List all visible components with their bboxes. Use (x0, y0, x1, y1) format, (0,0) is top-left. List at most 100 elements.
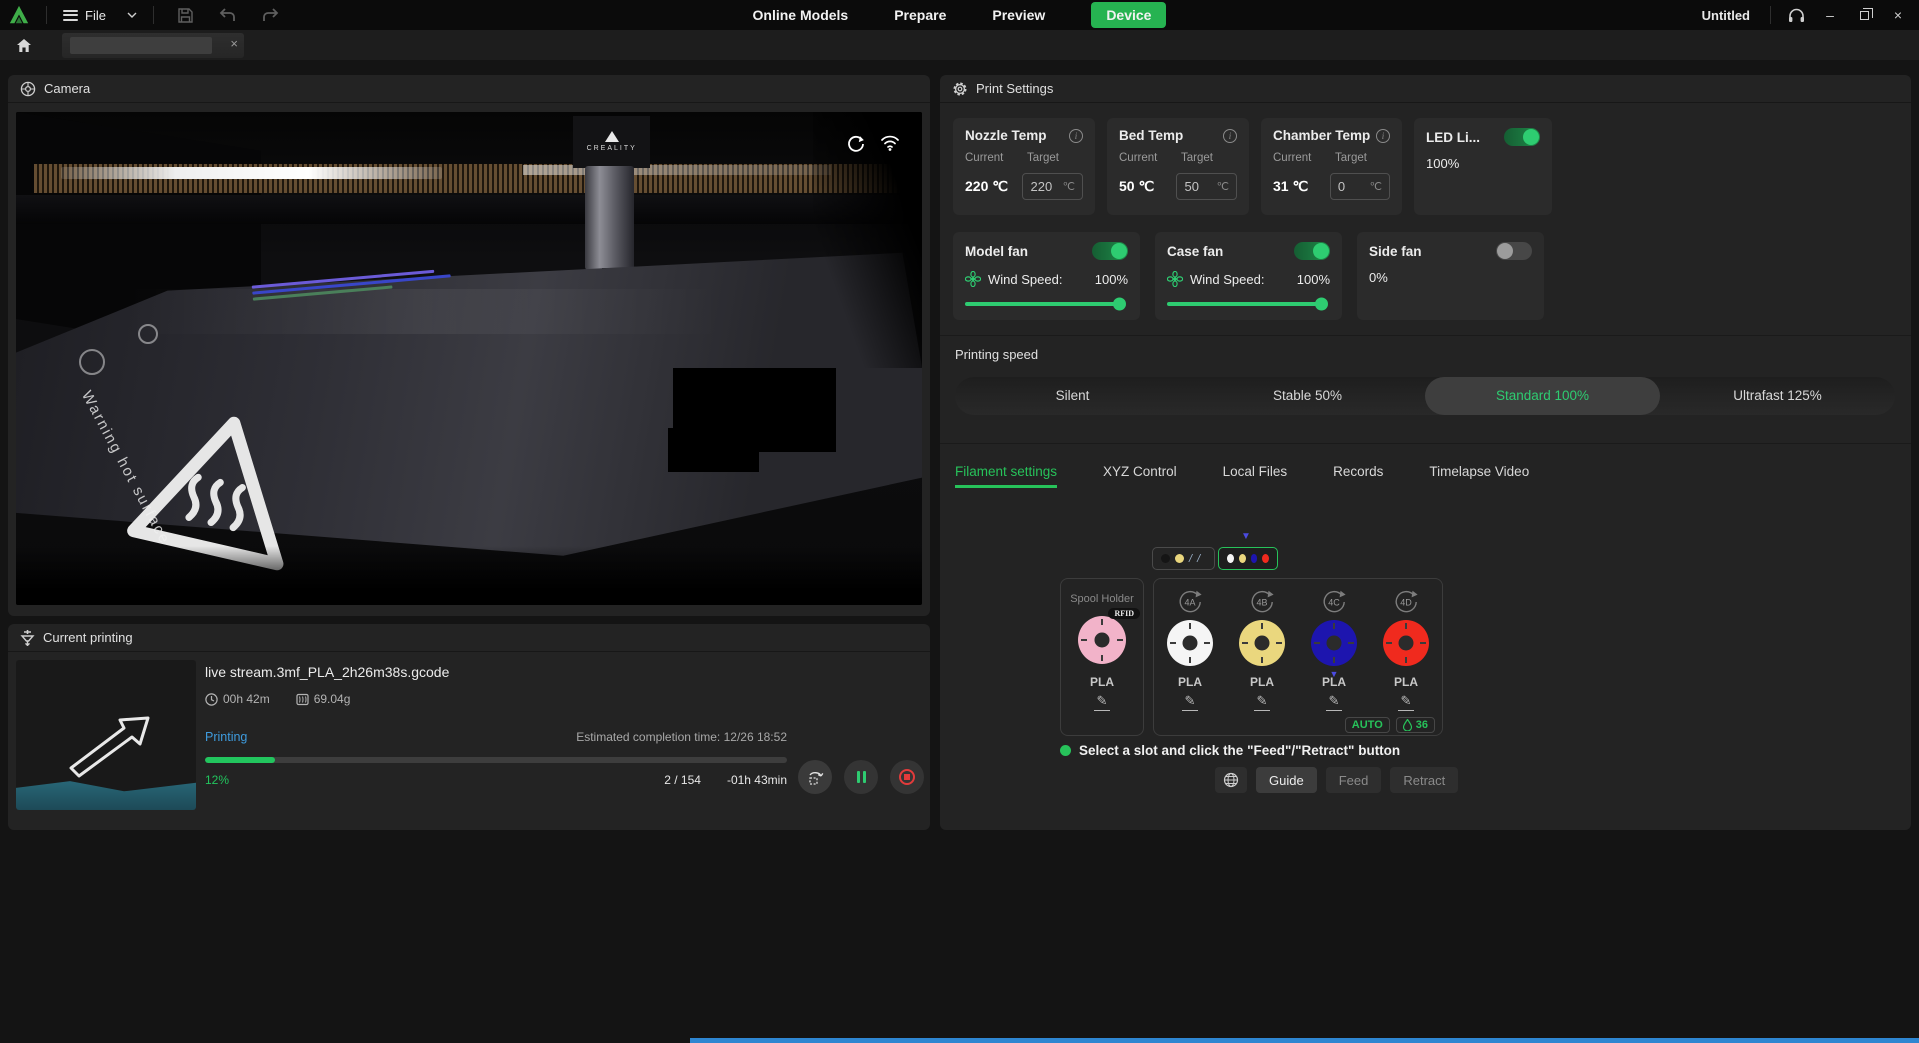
nav-prepare[interactable]: Prepare (894, 7, 946, 23)
main-nav: Online Models Prepare Preview Device (0, 0, 1919, 30)
close-button[interactable]: × (1883, 0, 1913, 30)
model-fan-slider[interactable] (965, 302, 1124, 306)
case-fan-slider[interactable] (1167, 302, 1326, 306)
speed-option-standard[interactable]: Standard 100% (1425, 377, 1660, 415)
filament-dot (1251, 554, 1258, 563)
gear-icon (952, 81, 968, 97)
info-icon[interactable]: i (1069, 129, 1083, 143)
spool-4b[interactable] (1239, 620, 1285, 666)
slot-ring-icon: 4B (1249, 589, 1275, 615)
bed-temp-card: Bed Temp i Current Target 50 ℃ ℃ (1107, 118, 1249, 215)
tab-records[interactable]: Records (1333, 464, 1383, 488)
unit-label: ℃ (1217, 180, 1229, 193)
retract-button[interactable]: Retract (1390, 767, 1458, 793)
print-settings-title: Print Settings (976, 81, 1053, 96)
model-fan-toggle[interactable] (1092, 242, 1128, 260)
filament-slot-4c[interactable]: 4C ▼ PLA ✎ (1298, 589, 1370, 711)
printing-speed-segment: Silent Stable 50% Standard 100% Ultrafas… (955, 377, 1895, 415)
filament-weight-icon (296, 693, 309, 706)
edit-filament-icon[interactable]: ✎ (1094, 693, 1111, 711)
slider-knob[interactable] (1315, 298, 1328, 311)
spool-hub (1255, 636, 1270, 651)
bed-temp-title: Bed Temp (1119, 128, 1183, 143)
nozzle-target-input[interactable] (1030, 179, 1060, 194)
info-icon[interactable]: i (1376, 129, 1390, 143)
scene-bed-sheen (125, 289, 723, 333)
nav-preview[interactable]: Preview (992, 7, 1045, 23)
tab-local-files[interactable]: Local Files (1223, 464, 1288, 488)
spool-holder-label: Spool Holder (1070, 593, 1134, 605)
model-fan-value: 100% (1095, 272, 1128, 287)
scene-bed-stamp (79, 349, 105, 375)
case-fan-card: Case fan Wind Speed: 100% (1155, 232, 1342, 320)
filament-group-spool-holder[interactable]: / / (1152, 547, 1215, 570)
humidity-badge: 36 (1396, 717, 1435, 733)
stop-button[interactable] (890, 760, 924, 794)
scene-frame-right (813, 112, 922, 368)
slot-ring-icon: 4A (1177, 589, 1203, 615)
speed-option-ultrafast[interactable]: Ultrafast 125% (1660, 377, 1895, 415)
print-settings-panel: Print Settings Nozzle Temp i Current Tar… (940, 75, 1911, 830)
nav-device[interactable]: Device (1091, 2, 1166, 28)
camera-wifi-button[interactable] (880, 134, 900, 151)
document-tab[interactable]: × (62, 33, 244, 58)
redo-button[interactable] (254, 8, 287, 22)
speed-option-silent[interactable]: Silent (955, 377, 1190, 415)
nav-online-models[interactable]: Online Models (753, 7, 849, 23)
tab-title-redacted (70, 37, 212, 54)
chamber-target-input[interactable] (1338, 179, 1368, 194)
tab-filament-settings[interactable]: Filament settings (955, 464, 1057, 488)
support-button[interactable] (1781, 0, 1811, 30)
filament-slot-4b[interactable]: 4B PLA ✎ (1226, 589, 1298, 711)
minimize-button[interactable]: – (1815, 0, 1845, 30)
toggle-knob (1111, 243, 1127, 259)
pause-button[interactable] (844, 760, 878, 794)
restore-button[interactable] (1849, 0, 1879, 30)
wifi-icon (880, 134, 900, 151)
spool-4a[interactable] (1167, 620, 1213, 666)
filament-dot (1227, 554, 1234, 563)
scene-light-reflection (61, 167, 442, 179)
nozzle-target-input-box: ℃ (1022, 173, 1083, 200)
edit-filament-icon[interactable]: ✎ (1398, 693, 1415, 711)
spool-4d[interactable] (1383, 620, 1429, 666)
info-icon[interactable]: i (1223, 129, 1237, 143)
edit-filament-icon[interactable]: ✎ (1182, 693, 1199, 711)
side-fan-toggle[interactable] (1496, 242, 1532, 260)
edit-filament-icon[interactable]: ✎ (1254, 693, 1271, 711)
camera-refresh-button[interactable] (846, 134, 866, 154)
target-label: Target (1027, 152, 1059, 164)
tab-timelapse-video[interactable]: Timelapse Video (1429, 464, 1529, 488)
spool-4c[interactable] (1311, 620, 1357, 666)
bed-target-input[interactable] (1184, 179, 1214, 194)
slot-4b-material: PLA (1250, 675, 1274, 689)
case-fan-toggle[interactable] (1294, 242, 1330, 260)
slider-knob[interactable] (1113, 298, 1126, 311)
file-menu-button[interactable]: File (63, 8, 137, 23)
slot-4d-material: PLA (1394, 675, 1418, 689)
tab-xyz-control[interactable]: XYZ Control (1103, 464, 1177, 488)
print-progress-bar (205, 757, 787, 763)
menu-icon (63, 10, 78, 21)
filament-dot (1262, 554, 1269, 563)
change-plate-button[interactable] (798, 760, 832, 794)
filament-slot-4d[interactable]: 4D PLA ✎ (1370, 589, 1442, 711)
filament-group-cfs[interactable] (1218, 547, 1278, 570)
undo-button[interactable] (211, 8, 244, 22)
home-button[interactable] (12, 34, 36, 56)
spool-holder-card[interactable]: Spool Holder RFID PLA ✎ (1060, 578, 1144, 736)
edit-filament-icon[interactable]: ✎ (1326, 693, 1343, 711)
speed-option-stable[interactable]: Stable 50% (1190, 377, 1425, 415)
tab-close-icon[interactable]: × (230, 36, 238, 51)
material-library-button[interactable] (1215, 767, 1247, 793)
spool-holder-spool[interactable]: RFID (1078, 616, 1126, 664)
filament-dot (1239, 554, 1246, 563)
guide-button[interactable]: Guide (1256, 767, 1317, 793)
filament-slot-4a[interactable]: 4A PLA ✎ (1154, 589, 1226, 711)
save-button[interactable] (170, 8, 201, 23)
led-light-toggle[interactable] (1504, 128, 1540, 146)
camera-feed: CREALITY Warning hot surface (16, 112, 922, 605)
creality-logo (8, 4, 30, 26)
feed-button[interactable]: Feed (1326, 767, 1382, 793)
print-time: 00h 42m (223, 692, 270, 706)
